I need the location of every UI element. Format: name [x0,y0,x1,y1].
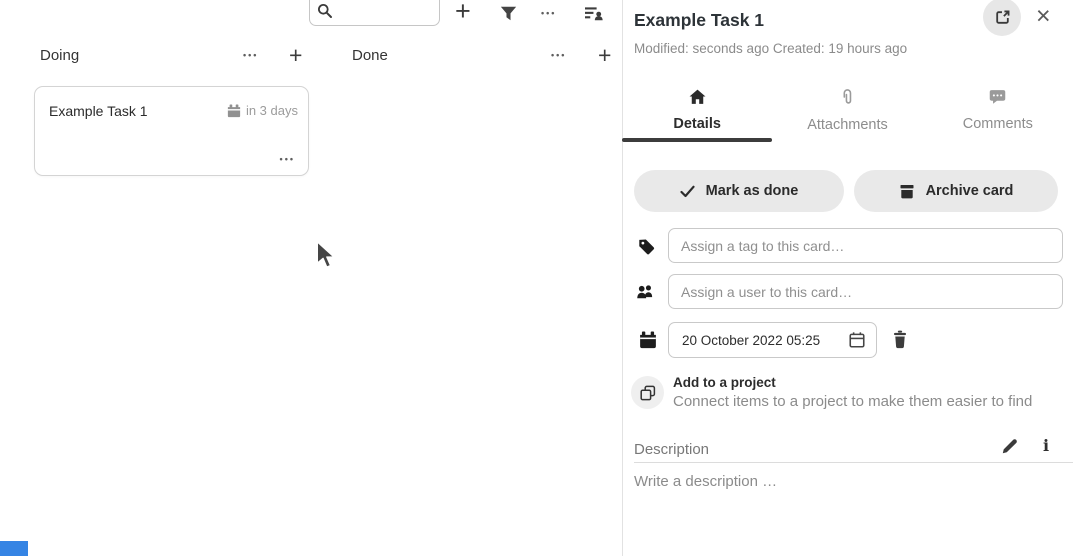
active-tab-underline [622,138,772,142]
paperclip-icon [840,89,855,106]
column-title-doing: Doing [40,47,79,64]
add-card-toolbar-button[interactable]: + [455,0,471,27]
description-divider [634,462,1073,463]
assign-tag-input[interactable] [668,228,1063,263]
assign-user-input[interactable] [668,274,1063,309]
mark-as-done-label: Mark as done [706,183,799,199]
users-icon [636,283,655,300]
info-icon: i [1043,436,1049,455]
edit-description-button[interactable] [1001,437,1019,455]
tab-attachments[interactable]: Attachments [772,84,922,142]
add-to-project-title[interactable]: Add to a project [673,375,776,390]
due-date-icon [639,331,657,349]
column-doing-menu-icon[interactable]: ••• [243,50,258,60]
card-title: Example Task 1 [49,103,148,119]
tab-comments-label: Comments [963,116,1033,132]
search-input-box[interactable] [309,0,440,26]
add-to-project-subtitle: Connect items to a project to make them … [673,393,1032,410]
panel-modified-created: Modified: seconds ago Created: 19 hours … [634,41,907,56]
archive-card-button[interactable]: Archive card [854,170,1058,212]
calendar-picker-icon[interactable] [848,331,866,349]
close-icon: × [1036,2,1051,30]
calendar-icon [227,104,241,118]
tab-attachments-label: Attachments [807,117,888,133]
search-input[interactable] [336,1,434,23]
archive-card-label: Archive card [926,183,1014,199]
column-title-done: Done [352,47,388,64]
trash-icon [891,330,909,349]
card-due-label: in 3 days [246,103,298,118]
check-icon [680,185,695,198]
card-due-date: in 3 days [227,103,298,118]
filter-icon[interactable] [500,5,517,22]
board-menu-icon[interactable]: ••• [541,8,556,18]
tab-details[interactable]: Details [622,84,772,142]
description-placeholder[interactable]: Write a description … [634,473,777,490]
due-date-value: 20 October 2022 05:25 [682,333,820,348]
kanban-app-window: + ••• Doing ••• + Done ••• + Example Tas… [0,0,1073,556]
close-panel-button[interactable]: × [1036,1,1051,31]
kanban-card[interactable]: Example Task 1 in 3 days ••• [34,86,309,176]
panel-title: Example Task 1 [634,10,764,31]
description-label: Description [634,441,709,458]
open-in-window-button[interactable] [983,0,1021,36]
project-stack-icon [640,385,656,401]
remove-due-date-button[interactable] [891,330,909,349]
comment-icon [989,89,1006,105]
tab-details-label: Details [673,116,721,132]
pencil-icon [1001,437,1019,455]
column-doing-add-icon[interactable]: + [289,42,302,69]
mouse-cursor [314,241,338,269]
home-icon [689,89,706,105]
tab-comments[interactable]: Comments [923,84,1073,142]
panel-tabs: Details Attachments Comments [622,84,1073,142]
column-done-menu-icon[interactable]: ••• [551,50,566,60]
card-menu-icon[interactable]: ••• [280,154,295,164]
tag-icon [638,238,655,255]
column-done-add-icon[interactable]: + [598,42,611,69]
mark-as-done-button[interactable]: Mark as done [634,170,844,212]
assignee-list-icon[interactable] [585,4,604,23]
search-icon [317,3,333,19]
external-link-icon [994,9,1011,26]
add-to-project-button[interactable] [631,376,664,409]
blue-corner-fragment [0,541,28,556]
description-info-button[interactable]: i [1043,436,1049,455]
archive-box-icon [899,184,915,199]
due-date-field[interactable]: 20 October 2022 05:25 [668,322,877,358]
